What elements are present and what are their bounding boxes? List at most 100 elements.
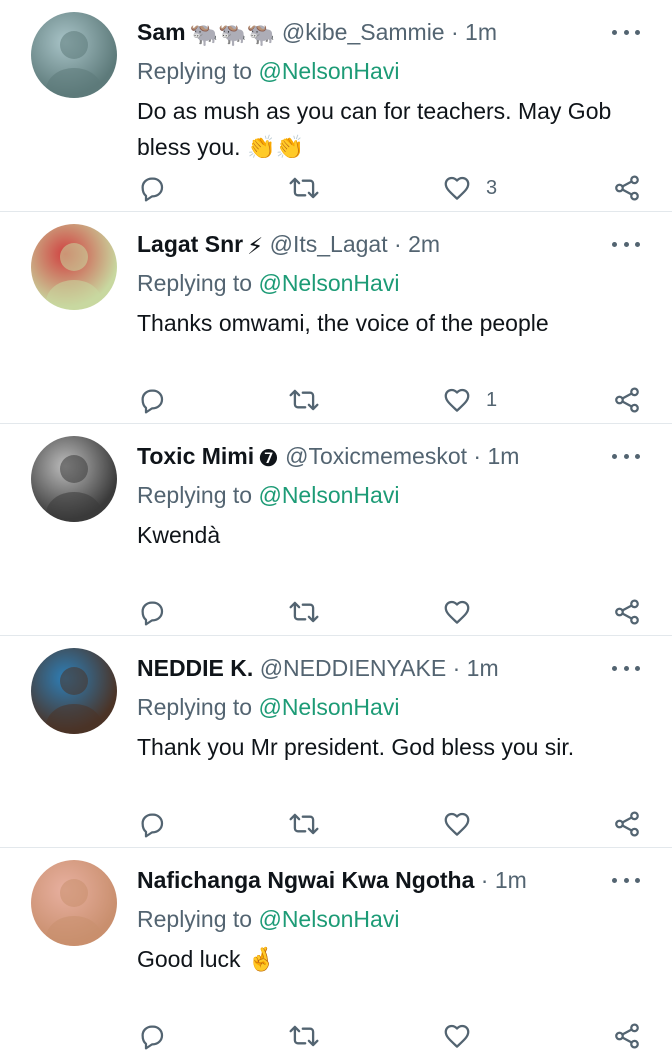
avatar[interactable] [31, 860, 117, 946]
reply-item[interactable]: NEDDIE K. @NEDDIENYAKE · 1m Replying to … [0, 636, 672, 848]
retweet-button[interactable] [287, 170, 321, 206]
display-name[interactable]: Nafichanga Ngwai Kwa Ngotha [137, 867, 474, 893]
share-icon [612, 1021, 642, 1051]
more-icon[interactable] [612, 232, 640, 256]
reply-button[interactable] [137, 170, 167, 206]
reply-button[interactable] [137, 382, 167, 418]
more-icon[interactable] [612, 868, 640, 892]
retweet-button[interactable] [287, 806, 321, 842]
reply-header: Nafichanga Ngwai Kwa Ngotha · 1m [137, 864, 592, 896]
like-button[interactable]: 1 [442, 382, 497, 418]
timestamp[interactable]: 1m [487, 443, 519, 469]
avatar[interactable] [31, 224, 117, 310]
replying-prefix: Replying to [137, 906, 253, 932]
share-icon [612, 385, 642, 415]
timestamp[interactable]: 1m [465, 19, 497, 45]
share-button[interactable] [612, 382, 642, 418]
heart-icon [442, 1021, 472, 1051]
reply-icon [137, 597, 167, 627]
share-button[interactable] [612, 806, 642, 842]
timestamp[interactable]: 2m [408, 231, 440, 257]
reply-item[interactable]: Lagat Snr ⚡ @Its_Lagat · 2m Replying to @… [0, 212, 672, 424]
action-bar [137, 806, 642, 842]
separator-dot: · [394, 231, 402, 257]
avatar[interactable] [31, 436, 117, 522]
separator-dot: · [473, 443, 482, 469]
replying-to: Replying to @NelsonHavi [137, 903, 399, 935]
name-emoji: ⚡ [247, 232, 264, 259]
timestamp[interactable]: 1m [467, 655, 499, 681]
retweet-icon [287, 173, 321, 203]
mention-link[interactable]: @NelsonHavi [258, 694, 399, 720]
retweet-icon [287, 809, 321, 839]
display-name[interactable]: Lagat Snr [137, 231, 243, 257]
reply-button[interactable] [137, 594, 167, 630]
action-bar: 3 [137, 170, 642, 206]
action-bar: 1 [137, 382, 642, 418]
replying-to: Replying to @NelsonHavi [137, 691, 399, 723]
reply-text: Thank you Mr president. God bless you si… [137, 734, 575, 760]
reply-header: Sam 🐃🐃🐃 @kibe_Sammie · 1m [137, 16, 592, 50]
reply-icon [137, 173, 167, 203]
user-handle[interactable]: @Its_Lagat [270, 231, 388, 257]
mention-link[interactable]: @NelsonHavi [258, 906, 399, 932]
more-icon[interactable] [612, 444, 640, 468]
reply-header: NEDDIE K. @NEDDIENYAKE · 1m [137, 652, 592, 684]
mention-link[interactable]: @NelsonHavi [258, 270, 399, 296]
reply-button[interactable] [137, 1018, 167, 1054]
reply-button[interactable] [137, 806, 167, 842]
mention-link[interactable]: @NelsonHavi [258, 482, 399, 508]
reply-icon [137, 1021, 167, 1051]
avatar[interactable] [31, 12, 117, 98]
replies-feed: Sam 🐃🐃🐃 @kibe_Sammie · 1m Replying to @Ne… [0, 0, 672, 1060]
mention-link[interactable]: @NelsonHavi [258, 58, 399, 84]
reply-icon [137, 385, 167, 415]
reply-icon [137, 809, 167, 839]
action-bar [137, 1018, 642, 1054]
share-button[interactable] [612, 170, 642, 206]
share-button[interactable] [612, 594, 642, 630]
separator-dot: · [452, 655, 461, 681]
like-button[interactable] [442, 806, 486, 842]
like-button[interactable]: 3 [442, 170, 497, 206]
avatar[interactable] [31, 648, 117, 734]
share-icon [612, 173, 642, 203]
display-name[interactable]: NEDDIE K. [137, 655, 253, 681]
like-count: 3 [486, 176, 498, 199]
timestamp[interactable]: 1m [495, 867, 527, 893]
replying-to: Replying to @NelsonHavi [137, 267, 399, 299]
retweet-button[interactable] [287, 382, 321, 418]
retweet-icon [287, 1021, 321, 1051]
reply-text: Thanks omwami, the voice of the people [137, 310, 549, 336]
reply-item[interactable]: Toxic Mimi ❼ @Toxicmemeskot · 1m Replying… [0, 424, 672, 636]
display-name[interactable]: Sam [137, 19, 186, 45]
heart-icon [442, 385, 472, 415]
reply-header: Toxic Mimi ❼ @Toxicmemeskot · 1m [137, 440, 592, 474]
user-handle[interactable]: @Toxicmemeskot [285, 443, 467, 469]
reply-item[interactable]: Sam 🐃🐃🐃 @kibe_Sammie · 1m Replying to @Ne… [0, 0, 672, 212]
retweet-icon [287, 597, 321, 627]
replying-to: Replying to @NelsonHavi [137, 479, 399, 511]
display-name[interactable]: Toxic Mimi [137, 443, 254, 469]
like-button[interactable] [442, 594, 486, 630]
retweet-button[interactable] [287, 1018, 321, 1054]
action-bar [137, 594, 642, 630]
replying-prefix: Replying to [137, 270, 253, 296]
user-handle[interactable]: @NEDDIENYAKE [260, 655, 447, 681]
reply-text: Kwendà [137, 522, 221, 548]
more-icon[interactable] [612, 20, 640, 44]
replying-prefix: Replying to [137, 58, 253, 84]
reply-header: Lagat Snr ⚡ @Its_Lagat · 2m [137, 228, 592, 262]
more-icon[interactable] [612, 656, 640, 680]
replying-prefix: Replying to [137, 482, 253, 508]
user-handle[interactable]: @kibe_Sammie [282, 19, 445, 45]
retweet-button[interactable] [287, 594, 321, 630]
share-icon [612, 597, 642, 627]
name-emoji: 🐃🐃🐃 [189, 20, 276, 47]
like-button[interactable] [442, 1018, 486, 1054]
separator-dot: · [480, 867, 489, 893]
share-button[interactable] [612, 1018, 642, 1054]
heart-icon [442, 809, 472, 839]
reply-text: Good luck 🤞 [137, 946, 276, 972]
reply-item[interactable]: Nafichanga Ngwai Kwa Ngotha · 1m Replyin… [0, 848, 672, 1060]
